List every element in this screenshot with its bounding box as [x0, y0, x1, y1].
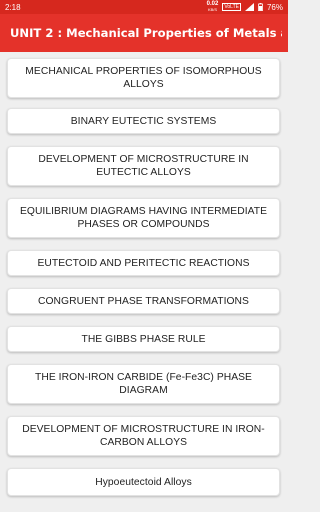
- topic-item-label: DEVELOPMENT OF MICROSTRUCTURE IN EUTECTI…: [38, 154, 249, 178]
- topic-item[interactable]: DEVELOPMENT OF MICROSTRUCTURE IN IRON-CA…: [7, 416, 280, 456]
- topic-item[interactable]: EUTECTOID AND PERITECTIC REACTIONS: [7, 250, 280, 276]
- topic-item[interactable]: Hypoeutectoid Alloys: [7, 468, 280, 496]
- topic-item-label: THE GIBBS PHASE RULE: [81, 333, 206, 345]
- status-bar: 2:18 0.02 KB/S VoLTE 76%: [0, 0, 288, 14]
- topic-item[interactable]: THE GIBBS PHASE RULE: [7, 326, 280, 352]
- status-icons: 0.02 KB/S VoLTE 76%: [207, 1, 283, 12]
- network-speed-unit: KB/S: [207, 7, 218, 12]
- topic-item[interactable]: BINARY EUTECTIC SYSTEMS: [7, 108, 280, 134]
- battery-percent: 76%: [266, 2, 283, 12]
- topic-item-label: BINARY EUTECTIC SYSTEMS: [70, 115, 217, 127]
- topic-item-label: EUTECTOID AND PERITECTIC REACTIONS: [37, 257, 250, 269]
- topic-item[interactable]: DEVELOPMENT OF MICROSTRUCTURE IN EUTECTI…: [7, 146, 280, 186]
- topic-item-label: DEVELOPMENT OF MICROSTRUCTURE IN IRON-CA…: [22, 424, 265, 448]
- topic-item-label: CONGRUENT PHASE TRANSFORMATIONS: [38, 295, 249, 307]
- network-speed: 0.02 KB/S: [207, 1, 219, 12]
- topic-item[interactable]: THE IRON-IRON CARBIDE (Fe-Fe3C) PHASE DI…: [7, 364, 280, 404]
- page-title: UNIT 2 : Mechanical Properties of Metals…: [10, 26, 282, 40]
- battery-icon: [258, 3, 263, 11]
- status-time: 2:18: [5, 2, 21, 12]
- topic-item[interactable]: MECHANICAL PROPERTIES OF ISOMORPHOUS ALL…: [7, 58, 280, 98]
- app-bar: UNIT 2 : Mechanical Properties of Metals…: [0, 14, 288, 52]
- topic-item-label: EQUILIBRIUM DIAGRAMS HAVING INTERMEDIATE…: [19, 206, 268, 230]
- signal-icon: [244, 3, 254, 11]
- topic-item[interactable]: EQUILIBRIUM DIAGRAMS HAVING INTERMEDIATE…: [7, 198, 280, 238]
- topic-item-label: MECHANICAL PROPERTIES OF ISOMORPHOUS ALL…: [25, 66, 262, 90]
- volte-badge: VoLTE: [222, 3, 241, 11]
- topic-item-label: THE IRON-IRON CARBIDE (Fe-Fe3C) PHASE DI…: [35, 372, 252, 396]
- topic-item[interactable]: CONGRUENT PHASE TRANSFORMATIONS: [7, 288, 280, 314]
- topic-item-label: Hypoeutectoid Alloys: [95, 476, 192, 488]
